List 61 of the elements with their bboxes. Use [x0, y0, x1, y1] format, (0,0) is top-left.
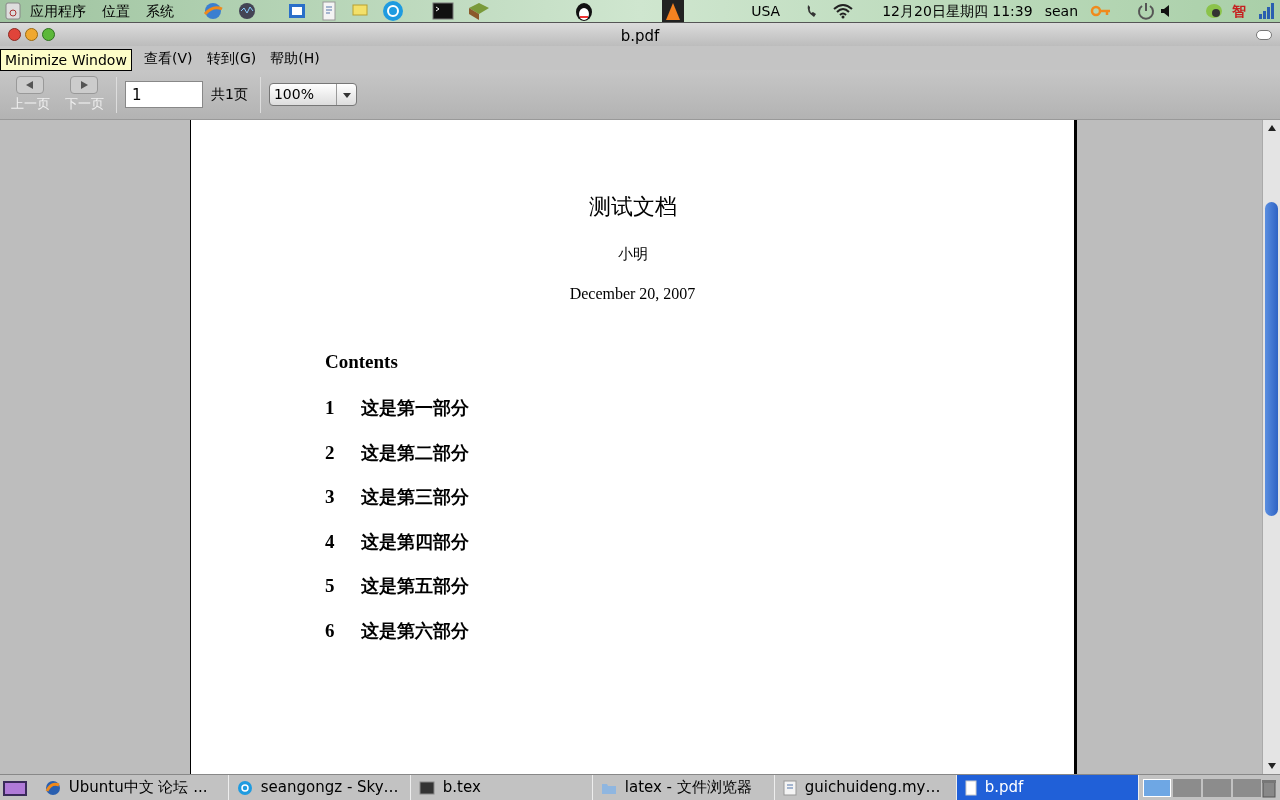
- power-icon[interactable]: [1136, 1, 1156, 21]
- document-icon[interactable]: [286, 1, 308, 21]
- taskbar-button[interactable]: seangongz - Sky…: [228, 775, 411, 800]
- shade-button[interactable]: [1256, 29, 1272, 40]
- globe-icon: [44, 779, 61, 796]
- toc-entry[interactable]: 这是第一部分: [361, 394, 469, 421]
- document-date: December 20, 2007: [568, 283, 697, 304]
- window-title: b.pdf: [619, 26, 661, 47]
- taskbar-button[interactable]: Ubuntu中文 论坛 ...: [28, 775, 229, 800]
- globe-icon[interactable]: [202, 1, 224, 21]
- section-number: 1: [325, 396, 336, 420]
- zoom-dropdown[interactable]: 100%: [268, 83, 357, 106]
- menu-item[interactable]: 转到(G): [206, 47, 257, 69]
- tooltip: Minimize Window: [0, 49, 132, 71]
- terminal-icon: [418, 780, 435, 795]
- ubuntu-menu-icon[interactable]: [4, 2, 22, 20]
- section-number: 2: [325, 440, 336, 465]
- taskbar-button[interactable]: guichuideng.my…: [774, 775, 957, 800]
- close-button[interactable]: [8, 28, 21, 41]
- taskbar-button[interactable]: latex - 文件浏览器: [592, 775, 775, 800]
- toc-entry[interactable]: 这是第六部分: [361, 616, 469, 644]
- user-name[interactable]: sean: [1044, 0, 1078, 22]
- panel-menu[interactable]: 位置: [102, 0, 130, 22]
- scrollbar-thumb[interactable]: [1265, 202, 1278, 516]
- maximize-button[interactable]: [42, 28, 55, 41]
- section-number: 4: [325, 529, 336, 554]
- taskbar-button[interactable]: b.tex: [410, 775, 593, 800]
- document-icon: [964, 779, 977, 796]
- document-author: 小明: [616, 244, 649, 265]
- toc-entry[interactable]: 这是第三部分: [361, 483, 469, 510]
- toc-entry[interactable]: 这是第四部分: [361, 527, 469, 555]
- taskbar-button[interactable]: b.pdf: [956, 775, 1139, 800]
- document-icon: [782, 779, 797, 796]
- toc-entry[interactable]: 这是第二部分: [361, 438, 469, 466]
- cone-icon[interactable]: [662, 0, 684, 22]
- menu-item[interactable]: 查看(V): [144, 47, 193, 69]
- wifi-icon[interactable]: [832, 2, 855, 20]
- penguin-icon[interactable]: [574, 0, 594, 22]
- vertical-scrollbar[interactable]: [1262, 120, 1280, 774]
- section-number: 6: [325, 618, 336, 643]
- document-title: 测试文档: [587, 193, 678, 221]
- keyboard-layout-indicator[interactable]: USA: [751, 0, 781, 22]
- terminal-icon[interactable]: [432, 1, 454, 21]
- volume-icon[interactable]: [1160, 3, 1172, 19]
- section-number: 5: [325, 574, 336, 598]
- right-triangle-icon: [80, 80, 88, 89]
- panel-menu[interactable]: 应用程序: [30, 0, 86, 22]
- panel-menu[interactable]: 系统: [146, 0, 174, 22]
- signal-bars-icon: [1258, 2, 1276, 20]
- toc-entry[interactable]: 这是第五部分: [361, 572, 469, 599]
- page-count: 共1页: [211, 85, 248, 104]
- minimize-button[interactable]: [25, 28, 38, 41]
- workspace-button[interactable]: [1142, 778, 1171, 797]
- desktop-icon[interactable]: [2, 778, 27, 797]
- section-number: 3: [325, 485, 336, 509]
- contents-heading: Contents: [325, 349, 399, 374]
- gauge-icon[interactable]: [236, 1, 258, 21]
- menu-item[interactable]: 帮助(H): [270, 47, 320, 69]
- left-triangle-icon: [26, 80, 34, 89]
- page-number-field[interactable]: 1: [125, 81, 203, 108]
- clock[interactable]: 12月20日星期四 11:39: [882, 0, 1033, 22]
